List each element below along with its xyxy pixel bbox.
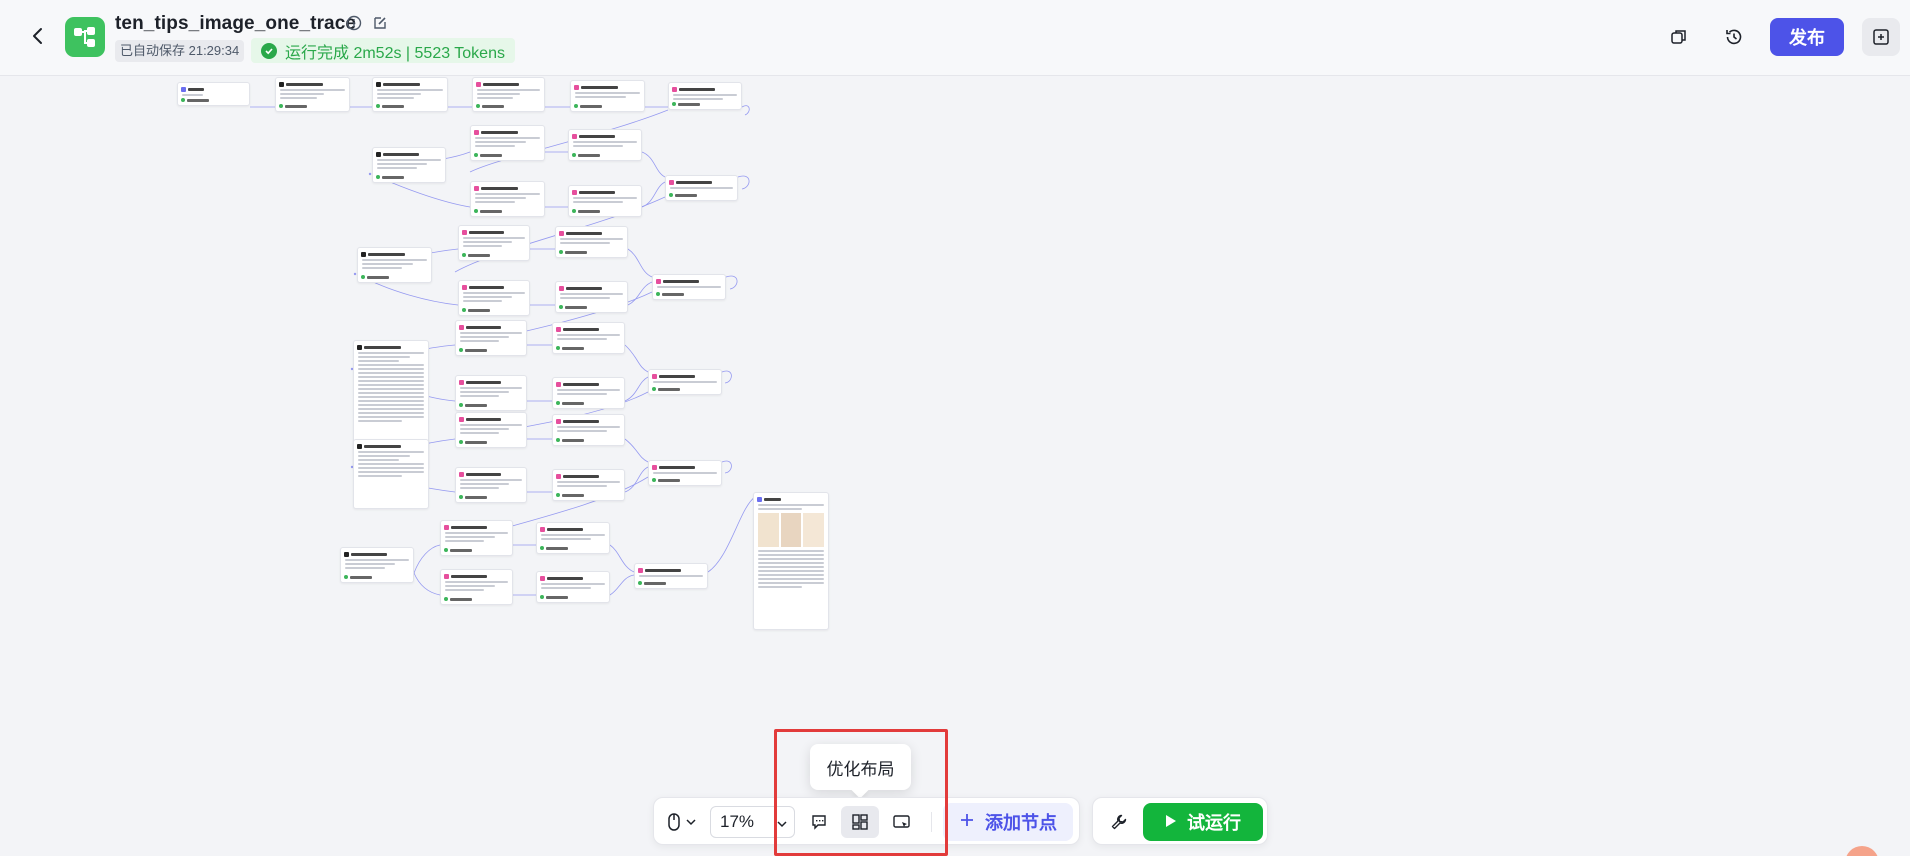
workflow-node[interactable]	[634, 563, 708, 589]
app-logo-icon	[65, 17, 105, 57]
workflow-node[interactable]	[552, 322, 625, 354]
workflow-edges	[250, 105, 756, 596]
plus-icon	[959, 812, 975, 833]
test-run-label: 试运行	[1187, 813, 1241, 833]
workflow-canvas[interactable]	[0, 77, 1910, 856]
info-icon[interactable]	[345, 14, 363, 32]
workflow-node[interactable]	[665, 175, 738, 201]
workflow-node[interactable]	[372, 77, 448, 112]
header-bar: ten_tips_image_one_trace 已自动保存 21:29:34 …	[0, 0, 1910, 76]
workflow-node[interactable]	[470, 125, 545, 161]
wrench-icon[interactable]	[1105, 808, 1133, 836]
workflow-node[interactable]	[440, 569, 513, 605]
workflow-node[interactable]	[652, 274, 726, 300]
workflow-node[interactable]	[570, 80, 645, 112]
publish-button[interactable]: 发布	[1770, 18, 1844, 56]
copy-icon[interactable]	[1666, 24, 1692, 50]
side-panel-icon[interactable]	[1862, 18, 1900, 56]
workflow-node[interactable]	[648, 369, 722, 395]
workflow-node[interactable]	[552, 377, 625, 409]
workflow-node[interactable]	[552, 469, 625, 501]
workflow-node[interactable]	[458, 280, 530, 316]
comment-icon[interactable]	[801, 806, 837, 838]
test-run-button[interactable]: 试运行	[1143, 803, 1263, 841]
workflow-node[interactable]	[275, 77, 350, 112]
workflow-node[interactable]	[458, 225, 530, 261]
back-icon[interactable]	[26, 22, 50, 50]
workflow-node[interactable]	[372, 147, 446, 183]
run-status-badge: 运行完成 2m52s | 5523 Tokens	[251, 38, 515, 63]
workflow-node[interactable]	[455, 467, 527, 503]
workflow-node[interactable]	[536, 522, 610, 554]
canvas-toolbar: 17% 添加节点	[653, 797, 1080, 845]
workflow-node[interactable]	[668, 82, 742, 110]
workflow-node[interactable]	[568, 129, 642, 161]
workflow-node[interactable]	[455, 375, 527, 411]
workflow-node[interactable]	[340, 547, 414, 583]
add-node-button[interactable]: 添加节点	[943, 803, 1073, 841]
mouse-mode-button[interactable]	[664, 806, 700, 838]
zoom-value: 17%	[720, 812, 755, 831]
minimap-icon[interactable]	[884, 806, 920, 838]
history-icon[interactable]	[1721, 24, 1747, 50]
workflow-node[interactable]	[353, 439, 429, 509]
workflow-node[interactable]	[555, 226, 628, 258]
workflow-node[interactable]	[455, 320, 527, 356]
workflow-node[interactable]	[568, 185, 642, 217]
run-toolbar: 试运行	[1092, 797, 1268, 845]
workflow-node[interactable]	[357, 247, 432, 283]
workflow-node[interactable]	[555, 281, 628, 313]
workflow-node[interactable]	[455, 412, 527, 448]
end-node[interactable]	[753, 492, 829, 630]
workflow-node[interactable]	[648, 460, 722, 486]
layout-tooltip: 优化布局	[810, 744, 911, 790]
workflow-node[interactable]	[470, 181, 545, 217]
run-status-text: 运行完成 2m52s | 5523 Tokens	[285, 44, 505, 62]
workflow-title: ten_tips_image_one_trace	[115, 13, 357, 34]
edit-icon[interactable]	[371, 14, 389, 32]
toolbar-divider	[931, 812, 932, 832]
workflow-node[interactable]	[177, 82, 250, 106]
workflow-node[interactable]	[440, 520, 513, 556]
workflow-node[interactable]	[552, 414, 625, 446]
play-icon	[1165, 812, 1177, 833]
autosave-status: 已自动保存 21:29:34	[115, 40, 245, 62]
chevron-down-icon	[776, 815, 788, 835]
zoom-select[interactable]: 17%	[710, 806, 795, 838]
workflow-node[interactable]	[472, 77, 545, 112]
add-node-label: 添加节点	[985, 813, 1057, 833]
workflow-node[interactable]	[536, 571, 610, 603]
check-circle-icon	[261, 42, 277, 59]
layout-icon[interactable]	[841, 806, 879, 838]
